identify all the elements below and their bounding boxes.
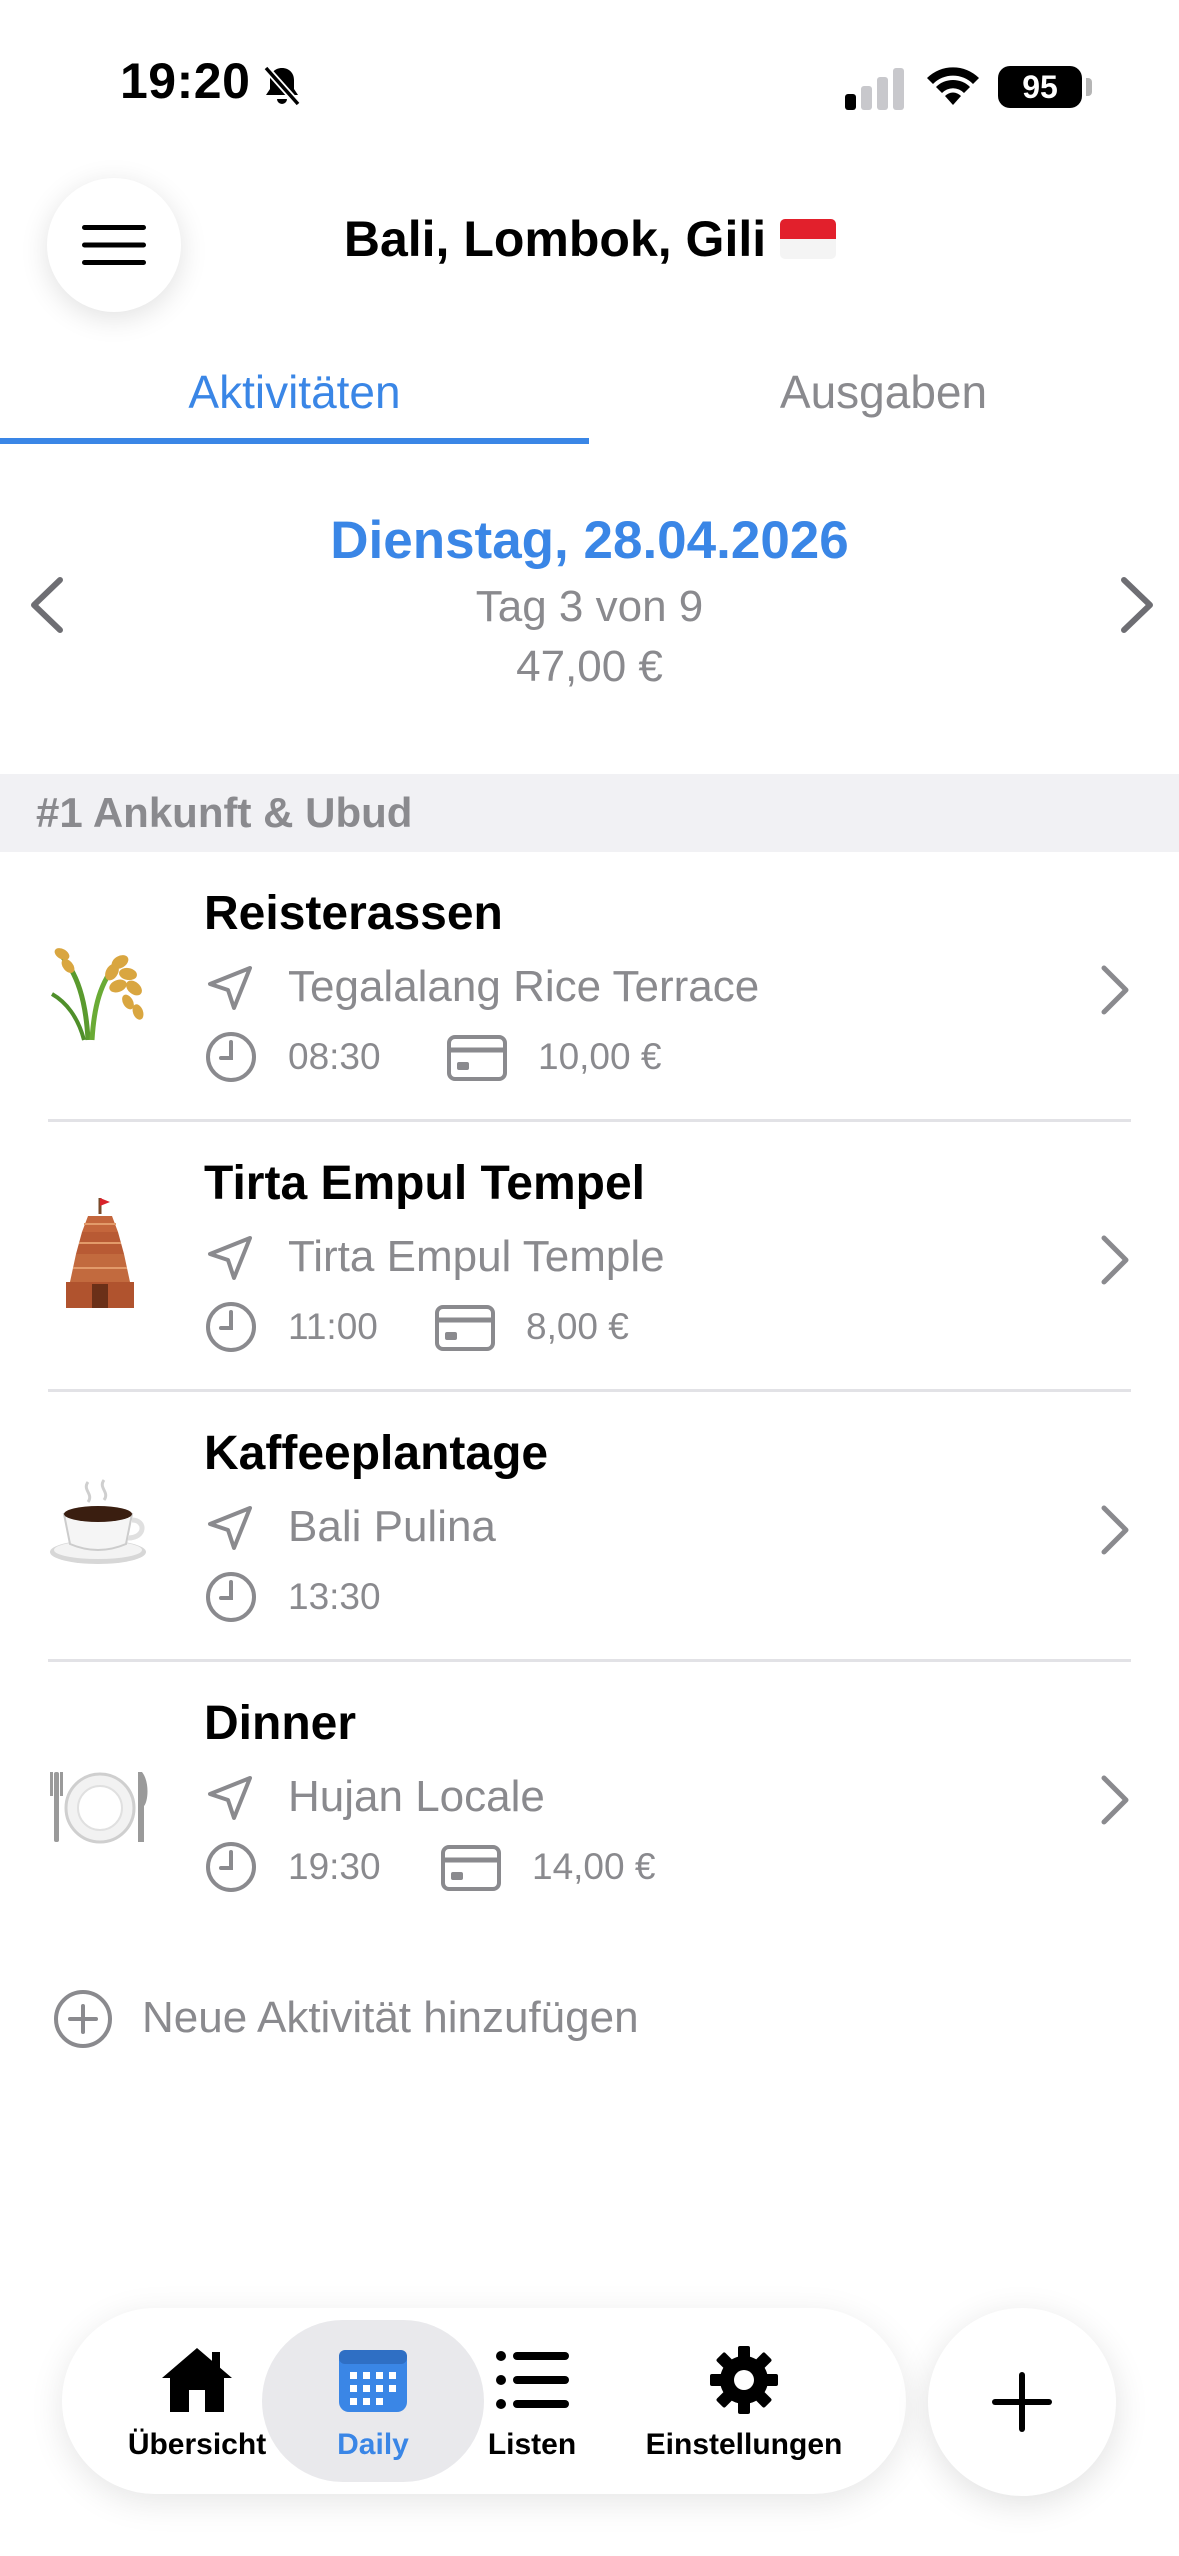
- activity-title: Dinner: [204, 1697, 357, 1750]
- activity-title: Reisterassen: [204, 887, 503, 940]
- activity-time: 08:30: [288, 1036, 381, 1077]
- next-day-chevron-icon[interactable]: [1104, 570, 1164, 640]
- activity-location: Tegalalang Rice Terrace: [288, 962, 760, 1011]
- chevron-right-icon: [1101, 1775, 1129, 1825]
- status-time: 19:20: [120, 53, 251, 109]
- add-activity-button[interactable]: Neue Aktivität hinzufügen: [142, 1993, 639, 2043]
- location-arrow-icon: [208, 1776, 252, 1820]
- add-button[interactable]: [928, 2308, 1116, 2496]
- clock-icon: [206, 1032, 256, 1082]
- location-arrow-icon: [208, 1506, 252, 1550]
- bottom-tab-bar: Übersicht Daily Listen Einstellungen: [62, 2308, 906, 2494]
- tab-label: Einstellungen: [645, 2428, 843, 2461]
- tab-aktivitaeten[interactable]: Aktivitäten: [0, 352, 589, 444]
- trip-title-text: Bali, Lombok, Gili: [343, 211, 767, 267]
- location-arrow-icon: [208, 1236, 252, 1280]
- activity-cost: 8,00 €: [526, 1306, 629, 1347]
- day-total-cost: 47,00 €: [516, 642, 663, 691]
- battery-tip: [1086, 78, 1092, 96]
- battery-icon: 95: [998, 66, 1082, 108]
- wifi-icon: [927, 67, 979, 105]
- list-item[interactable]: Dinner Hujan Locale 19:30 14,00 €: [0, 1662, 1179, 1932]
- tab-label: Listen: [487, 2428, 577, 2461]
- credit-card-icon: [441, 1845, 501, 1891]
- activity-cost: 14,00 €: [532, 1846, 656, 1887]
- rice-plant-icon: [50, 948, 144, 1041]
- credit-card-icon: [447, 1035, 507, 1081]
- activity-cost: 10,00 €: [538, 1036, 662, 1077]
- activity-time: 19:30: [288, 1846, 381, 1887]
- list-item[interactable]: Tirta Empul Tempel Tirta Empul Temple 11…: [0, 1122, 1179, 1392]
- plate-fork-knife-icon: [50, 1772, 148, 1844]
- activity-location: Bali Pulina: [288, 1502, 496, 1551]
- chevron-right-icon: [1101, 1505, 1129, 1555]
- plus-icon: [992, 2372, 1052, 2432]
- list-item[interactable]: Kaffeeplantage Bali Pulina 13:30: [0, 1392, 1179, 1662]
- tab-label: Übersicht: [127, 2428, 267, 2461]
- section-header: #1 Ankunft & Ubud: [0, 774, 1179, 852]
- activity-time: 11:00: [288, 1306, 378, 1347]
- location-arrow-icon: [208, 966, 252, 1010]
- chevron-right-icon: [1101, 1235, 1129, 1285]
- clock-icon: [206, 1302, 256, 1352]
- activity-title: Tirta Empul Tempel: [204, 1157, 645, 1210]
- house-icon: [162, 2348, 232, 2412]
- tab-daily[interactable]: Daily: [293, 2308, 453, 2494]
- active-tab-indicator: [0, 438, 589, 444]
- clock-icon: [206, 1572, 256, 1622]
- indonesia-flag-icon: [780, 219, 837, 259]
- gear-icon: [710, 2346, 778, 2414]
- cellular-signal-icon: [845, 68, 904, 110]
- chevron-right-icon: [1101, 965, 1129, 1015]
- tab-listen[interactable]: Listen: [462, 2308, 602, 2494]
- list-icon: [496, 2351, 569, 2409]
- page-title[interactable]: Bali, Lombok, Gili: [250, 210, 930, 268]
- tab-einstellungen[interactable]: Einstellungen: [634, 2308, 854, 2494]
- coffee-cup-icon: [50, 1479, 146, 1564]
- hamburger-menu-icon: [82, 225, 146, 265]
- status-bar: 19:20 95: [0, 0, 1179, 170]
- calendar-icon: [339, 2350, 407, 2412]
- add-circle-icon[interactable]: [52, 1988, 114, 2050]
- current-date[interactable]: Dienstag, 28.04.2026: [0, 510, 1179, 571]
- activity-location: Tirta Empul Temple: [288, 1232, 665, 1281]
- activity-time: 13:30: [288, 1576, 381, 1617]
- day-counter: Tag 3 von 9: [475, 582, 704, 631]
- list-item[interactable]: Reisterassen Tegalalang Rice Terrace 08:…: [0, 852, 1179, 1122]
- credit-card-icon: [435, 1305, 495, 1351]
- menu-button[interactable]: [47, 178, 181, 312]
- bell-slash-icon: [263, 65, 301, 107]
- activity-location: Hujan Locale: [288, 1772, 545, 1821]
- tab-uebersicht[interactable]: Übersicht: [117, 2308, 277, 2494]
- clock-icon: [206, 1842, 256, 1892]
- temple-icon: [66, 1198, 134, 1308]
- segment-tabs: Aktivitäten Ausgaben: [0, 352, 1179, 444]
- activity-title: Kaffeeplantage: [204, 1427, 549, 1480]
- tab-label: Daily: [337, 2428, 409, 2461]
- tab-ausgaben[interactable]: Ausgaben: [589, 352, 1178, 444]
